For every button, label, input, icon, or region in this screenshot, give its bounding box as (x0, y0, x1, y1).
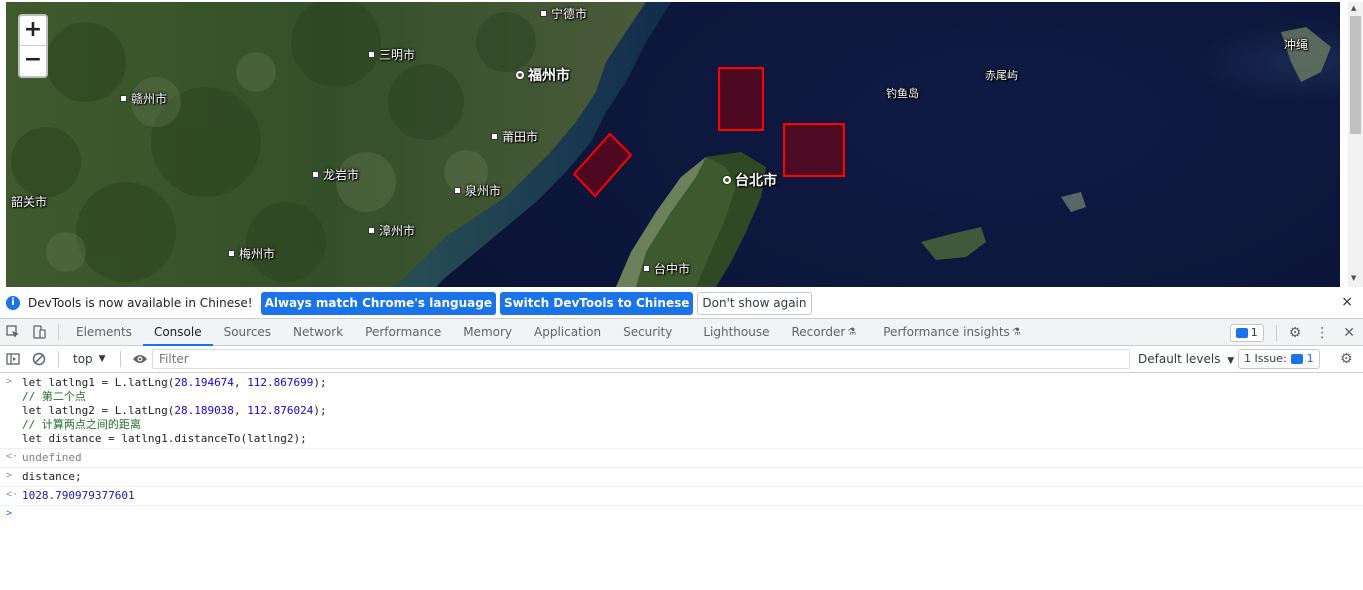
code-comment: // 第二个点 (22, 390, 86, 403)
polygon-rect-2[interactable] (783, 123, 845, 177)
output-chevron-icon: <· (6, 489, 19, 500)
satellite-terrain (6, 2, 1331, 287)
place-ningde: 宁德市 (540, 5, 587, 22)
filter-input[interactable]: Filter (152, 349, 1130, 369)
dont-show-again-button[interactable]: Don't show again (697, 291, 812, 315)
place-shaoguan: 韶关市 (11, 195, 48, 209)
prompt-chevron-icon: > (6, 508, 13, 519)
place-diaoyudao: 钓鱼岛 (886, 87, 919, 100)
place-fuzhou: 福州市 (516, 65, 570, 85)
devtools-infobar: i DevTools is now available in Chinese! … (0, 288, 1363, 319)
scrollbar-thumb[interactable] (1350, 16, 1361, 134)
recorder-flask-icon: ⚗ (847, 326, 857, 338)
code-line: let distance = latlng1.distanceTo(latlng… (22, 432, 307, 445)
console-input-entry[interactable]: > distance; (0, 468, 1363, 487)
map-view[interactable]: + − 宁德市 三明市 福州市 赣州市 莆田市 龙岩市 泉州市 韶关市 漳州市 … (6, 2, 1340, 287)
issues-badge[interactable]: 1 (1229, 323, 1264, 342)
device-toolbar-icon[interactable] (26, 319, 52, 345)
place-ganzhou: 赣州市 (120, 90, 167, 107)
code-line: let latlng1 = L.latLng(28.194674, 112.86… (22, 376, 327, 389)
input-chevron-icon: > (6, 376, 13, 387)
place-meizhou: 梅州市 (228, 245, 275, 262)
tab-performance[interactable]: Performance (354, 319, 452, 346)
log-levels-label: Default levels (1138, 352, 1221, 366)
console-prompt[interactable]: > (0, 506, 1363, 524)
page-scrollbar[interactable]: ▲ ▼ (1348, 2, 1363, 287)
tab-sources[interactable]: Sources (213, 319, 282, 346)
tab-elements[interactable]: Elements (65, 319, 143, 346)
close-devtools-icon[interactable]: ✕ (1343, 325, 1355, 341)
place-taizhong: 台中市 (643, 260, 690, 277)
polygon-rect-1[interactable] (718, 67, 764, 131)
scroll-down-icon[interactable]: ▼ (1351, 274, 1356, 282)
live-expression-eye-icon[interactable] (127, 346, 153, 372)
tab-recorder[interactable]: Recorder (781, 319, 848, 346)
issues-label: 1 Issue: (1244, 352, 1287, 365)
place-chiweiyu: 赤尾屿 (985, 69, 1018, 82)
infobar-message: DevTools is now available in Chinese! (28, 296, 253, 310)
code-comment: // 计算两点之间的距离 (22, 418, 141, 431)
console-settings-gear-icon[interactable]: ⚙ (1340, 351, 1353, 367)
context-label: top (73, 352, 93, 366)
settings-gear-icon[interactable]: ⚙ (1289, 325, 1302, 341)
tab-console[interactable]: Console (142, 319, 213, 346)
context-selector[interactable]: top ▼ (65, 352, 114, 366)
place-putian: 莆田市 (491, 128, 538, 145)
place-sanming: 三明市 (368, 46, 415, 63)
tab-network[interactable]: Network (282, 319, 354, 346)
close-infobar-icon[interactable]: × (1341, 294, 1353, 310)
place-chongsheng: 冲绳 (1284, 38, 1309, 52)
tab-performance-insights[interactable]: Performance insights (872, 319, 1012, 346)
switch-to-chinese-button[interactable]: Switch DevTools to Chinese (499, 291, 694, 315)
clear-console-icon[interactable] (26, 346, 52, 372)
zoom-control: + − (18, 14, 48, 78)
prompt-input[interactable] (22, 508, 1363, 522)
result-value: 1028.790979377601 (22, 489, 135, 502)
zoom-in-button[interactable]: + (20, 16, 46, 46)
inspect-element-icon[interactable] (0, 319, 26, 345)
divider (1275, 324, 1277, 341)
info-icon: i (6, 296, 20, 310)
performance-insights-flask-icon: ⚗ (1011, 326, 1021, 338)
devtools-tabbar: Elements Console Sources Network Perform… (0, 319, 1363, 346)
sidebar-toggle-icon[interactable] (0, 346, 26, 372)
message-icon (1235, 327, 1248, 338)
scroll-up-icon[interactable]: ▲ (1351, 4, 1356, 12)
dropdown-arrow-icon: ▼ (1227, 356, 1235, 366)
input-chevron-icon: > (6, 470, 13, 481)
divider (58, 324, 59, 340)
tab-lighthouse[interactable]: Lighthouse (692, 319, 780, 346)
place-zhangzhou: 漳州市 (368, 222, 415, 239)
place-taibei: 台北市 (723, 170, 777, 190)
result-value: undefined (22, 451, 82, 464)
output-chevron-icon: <· (6, 451, 19, 462)
always-match-language-button[interactable]: Always match Chrome's language (260, 291, 496, 315)
code-line: let latlng2 = L.latLng(28.189038, 112.87… (22, 404, 327, 417)
message-icon (1290, 354, 1303, 364)
more-options-icon[interactable]: ⋮ (1315, 325, 1329, 341)
console-log[interactable]: > let latlng1 = L.latLng(28.194674, 112.… (0, 374, 1363, 590)
tab-memory[interactable]: Memory (452, 319, 523, 346)
divider (58, 351, 59, 367)
tabbar-right-tools: 1 ⚙ ⋮ ✕ (1229, 319, 1363, 346)
place-longyan: 龙岩市 (312, 166, 359, 183)
place-quanzhou: 泉州市 (454, 182, 501, 199)
dropdown-arrow-icon: ▼ (98, 354, 106, 364)
code-line: distance; (22, 470, 82, 483)
issues-count: 1 (1306, 352, 1314, 365)
zoom-out-button[interactable]: − (20, 46, 46, 76)
console-input-entry[interactable]: > let latlng1 = L.latLng(28.194674, 112.… (0, 374, 1363, 449)
issues-count: 1 (1250, 326, 1258, 339)
console-toolbar: top ▼ Filter Default levels ▼ 1 Issue: 1… (0, 346, 1363, 373)
console-result-entry: <· 1028.790979377601 (0, 487, 1363, 506)
console-result-entry: <· undefined (0, 449, 1363, 468)
tab-security[interactable]: Security (612, 319, 692, 346)
tab-application[interactable]: Application (523, 319, 612, 346)
issues-counter-button[interactable]: 1 Issue: 1 (1238, 349, 1320, 369)
divider (119, 351, 121, 367)
log-levels-dropdown[interactable]: Default levels ▼ (1138, 352, 1234, 366)
